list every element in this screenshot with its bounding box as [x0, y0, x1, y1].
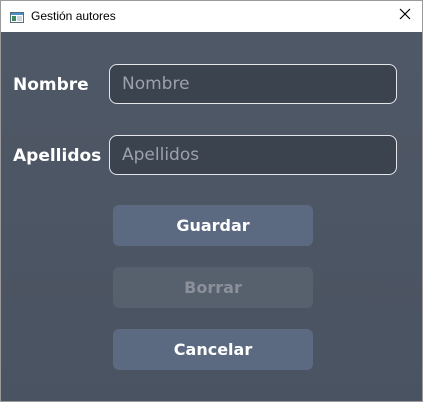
close-button[interactable]: [388, 1, 422, 31]
borrar-button[interactable]: Borrar: [113, 267, 313, 308]
window-app-icon: [10, 10, 24, 23]
dialog-window: Gestión autores Nombre Apellidos Guardar…: [0, 0, 423, 402]
window-title: Gestión autores: [31, 9, 116, 23]
form-panel: Nombre Apellidos Guardar Borrar Cancelar: [1, 32, 422, 401]
close-icon: [399, 7, 411, 25]
guardar-button[interactable]: Guardar: [113, 205, 313, 246]
title-bar[interactable]: Gestión autores: [1, 1, 422, 32]
apellidos-label: Apellidos: [13, 146, 102, 166]
nombre-label: Nombre: [13, 75, 89, 95]
nombre-input[interactable]: [109, 64, 397, 104]
cancelar-button[interactable]: Cancelar: [113, 329, 313, 370]
apellidos-input[interactable]: [109, 135, 397, 175]
